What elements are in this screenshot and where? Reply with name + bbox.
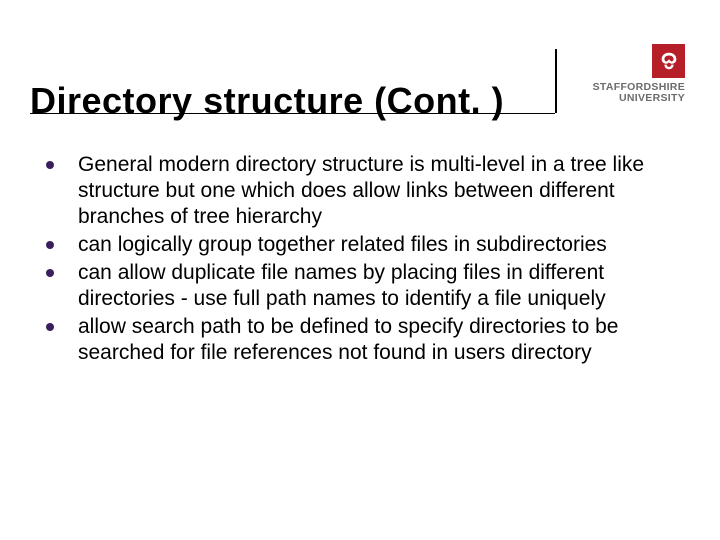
content-area: General modern directory structure is mu… [40, 152, 655, 368]
logo-line1: STAFFORDSHIRE [593, 82, 685, 93]
logo-text: STAFFORDSHIRE UNIVERSITY [593, 82, 685, 103]
list-item: can logically group together related fil… [40, 232, 655, 258]
bullet-list: General modern directory structure is mu… [40, 152, 655, 366]
list-item: allow search path to be defined to speci… [40, 314, 655, 366]
logo-line2: UNIVERSITY [593, 93, 685, 104]
list-item: General modern directory structure is mu… [40, 152, 655, 230]
logo-mark [652, 44, 685, 78]
header-vertical-divider [555, 49, 557, 113]
staffordshire-knot-icon [658, 50, 680, 72]
title-row: Directory structure (Cont. ) [30, 80, 540, 122]
university-logo: STAFFORDSHIRE UNIVERSITY [580, 44, 685, 104]
list-item: can allow duplicate file names by placin… [40, 260, 655, 312]
header-horizontal-divider [30, 113, 555, 114]
slide-title: Directory structure (Cont. ) [30, 80, 504, 122]
slide: Directory structure (Cont. ) STAFFORDSHI… [0, 0, 720, 540]
